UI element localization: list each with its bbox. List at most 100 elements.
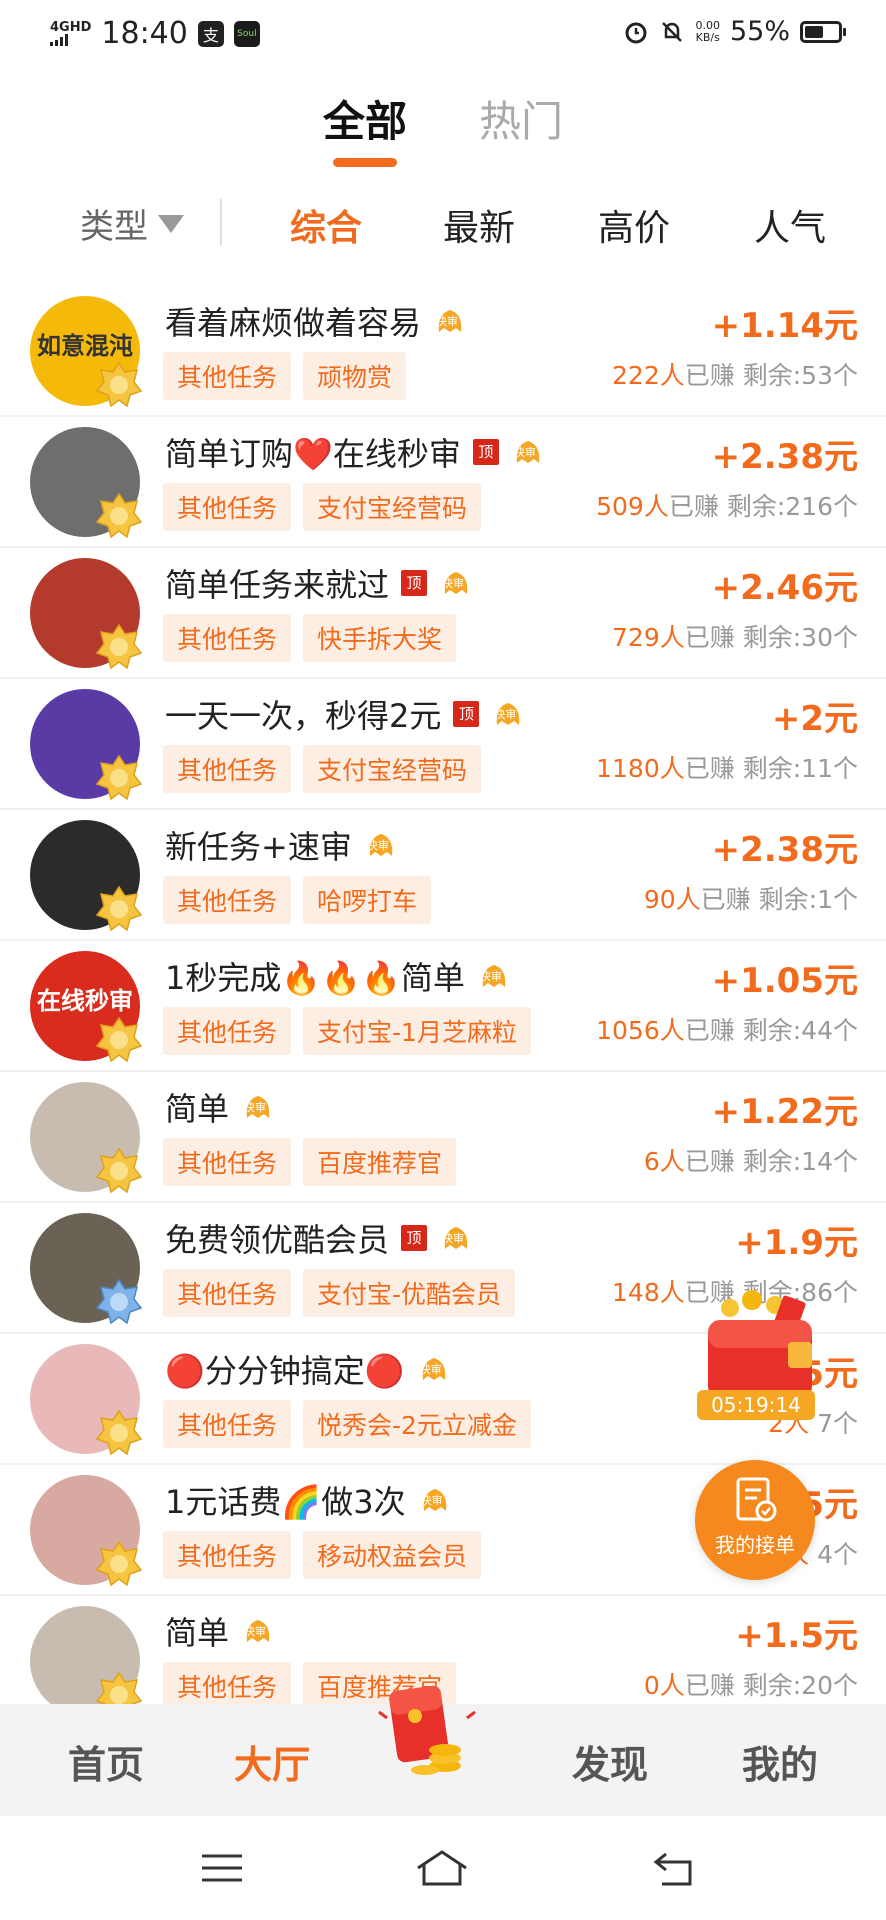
task-title-text: 简单	[165, 1090, 230, 1128]
task-title: 简单订购❤️在线秒审顶 快审	[165, 429, 545, 475]
platform-tag: 支付宝-1月芝麻粒	[303, 1007, 531, 1055]
sort-highest-price[interactable]: 高价	[598, 199, 670, 251]
fast-review-label: 快审	[442, 1232, 465, 1245]
task-title: 简单 快审	[165, 1608, 275, 1654]
task-row[interactable]: 如意混沌 看着麻烦做着容易 快审 其他任务 顽物赏 +1.14元 222人已赚 剩余:53个	[0, 286, 886, 417]
mute-icon	[659, 19, 685, 45]
signal-indicator: 4GHD	[50, 21, 91, 46]
task-stats: 0人已赚 剩余:20个	[644, 1666, 858, 1702]
alarm-icon	[623, 19, 649, 45]
earned-suffix: 已赚	[684, 623, 735, 652]
task-title-text: 新任务+速审	[165, 828, 352, 866]
fast-review-label: 快审	[366, 839, 389, 852]
task-title-text: 简单任务来就过	[165, 566, 390, 604]
type-label: 类型	[80, 207, 148, 247]
tab-discover[interactable]: 发现	[572, 1734, 648, 1789]
task-title-text: 1秒完成🔥🔥🔥简单	[165, 959, 465, 997]
category-tag: 其他任务	[163, 1138, 292, 1186]
task-stats: 509人已赚 剩余:216个	[596, 487, 858, 523]
fast-review-badge: 快审	[418, 1485, 452, 1515]
soul-notification-icon: Soul	[233, 20, 260, 47]
clipboard-check-icon	[736, 1477, 777, 1522]
earned-suffix: 已赚	[684, 361, 735, 390]
category-tag: 其他任务	[163, 1269, 292, 1317]
reward-price: +1.9元	[735, 1223, 858, 1263]
task-title: 1元话费🌈做3次 快审	[165, 1477, 452, 1523]
sort-newest[interactable]: 最新	[443, 199, 515, 251]
task-stats: 1056人已赚 剩余:44个	[596, 1011, 858, 1047]
platform-tag: 顽物赏	[303, 352, 407, 400]
remaining-count: 7个	[817, 1409, 858, 1438]
task-title-text: 看着麻烦做着容易	[165, 304, 422, 342]
category-tag: 其他任务	[163, 876, 292, 924]
category-tag: 其他任务	[163, 483, 292, 531]
task-stats: 6人已赚 剩余:14个	[644, 1142, 858, 1178]
fast-review-label: 快审	[442, 577, 465, 590]
menu-icon[interactable]	[198, 1846, 248, 1890]
fast-review-label: 快审	[420, 1494, 443, 1507]
tab-home[interactable]: 首页	[68, 1734, 144, 1789]
avatar-text: 如意混沌	[37, 332, 133, 360]
remaining-count: 剩余:1个	[758, 885, 858, 914]
back-icon[interactable]	[650, 1846, 700, 1890]
task-title: 新任务+速审 快审	[165, 822, 398, 868]
task-row[interactable]: 简单任务来就过顶 快审 其他任务 快手拆大奖 +2.46元 729人已赚 剩余:30个	[0, 548, 886, 679]
category-tag: 其他任务	[163, 1662, 292, 1710]
tab-hot[interactable]: 热门	[479, 88, 563, 167]
tab-all[interactable]: 全部	[323, 88, 407, 167]
reward-price: +2.46元	[711, 568, 858, 608]
alipay-notification-icon: 支	[197, 20, 224, 47]
earned-count: 1056人	[596, 1016, 685, 1045]
earned-suffix: 已赚	[684, 1671, 735, 1700]
tab-mine[interactable]: 我的	[742, 1734, 818, 1789]
fast-review-label: 快审	[513, 446, 536, 459]
top-badge: 顶	[472, 439, 499, 465]
task-row[interactable]: 简单订购❤️在线秒审顶 快审 其他任务 支付宝经营码 +2.38元 509人已赚 剩余:21…	[0, 417, 886, 548]
category-tag: 其他任务	[163, 745, 292, 793]
earned-suffix: 已赚	[668, 492, 719, 521]
remaining-count: 剩余:20个	[742, 1671, 858, 1700]
task-title: 🔴分分钟搞定🔴 快审	[165, 1346, 451, 1392]
fast-review-badge: 快审	[439, 568, 473, 598]
reward-price: +1.5元	[735, 1616, 858, 1656]
task-tags: 其他任务 百度推荐官	[163, 1138, 457, 1186]
tab-hall[interactable]: 大厅	[234, 1734, 310, 1789]
remaining-count: 剩余:53个	[742, 361, 858, 390]
task-title-text: 简单	[165, 1614, 230, 1652]
earned-count: 6人	[643, 1147, 685, 1176]
task-row[interactable]: 在线秒审 1秒完成🔥🔥🔥简单 快审 其他任务 支付宝-1月芝麻粒 +1.05元 1056人已…	[0, 941, 886, 1072]
earned-count: 222人	[612, 361, 685, 390]
avatar-text: 在线秒审	[37, 987, 133, 1015]
level-medal-icon	[95, 1016, 143, 1063]
earned-suffix: 已赚	[684, 754, 735, 783]
earned-suffix: 已赚	[684, 1147, 735, 1176]
remaining-count: 剩余:44个	[742, 1016, 858, 1045]
level-medal-icon	[95, 1409, 143, 1456]
level-medal-icon	[95, 1540, 143, 1587]
remaining-count: 剩余:30个	[742, 623, 858, 652]
platform-tag: 支付宝经营码	[303, 483, 482, 531]
fast-review-badge: 快审	[417, 1354, 451, 1384]
remaining-count: 剩余:11个	[742, 754, 858, 783]
reward-price: +1.14元	[711, 306, 858, 346]
level-medal-icon	[95, 1147, 143, 1194]
task-row[interactable]: 一天一次，秒得2元顶 快审 其他任务 支付宝经营码 +2元 1180人已赚 剩余:11个	[0, 679, 886, 810]
type-dropdown[interactable]: 类型	[80, 199, 184, 248]
top-badge: 顶	[453, 701, 480, 727]
top-badge: 顶	[401, 1225, 428, 1251]
task-title: 1秒完成🔥🔥🔥简单 快审	[165, 953, 511, 999]
sort-comprehensive[interactable]: 综合	[290, 199, 362, 251]
fast-review-label: 快审	[244, 1625, 267, 1638]
home-icon[interactable]	[414, 1846, 467, 1890]
signal-icon	[50, 34, 68, 46]
center-red-envelope-button[interactable]	[375, 1678, 485, 1788]
platform-tag: 快手拆大奖	[303, 614, 457, 662]
task-tags: 其他任务 支付宝经营码	[163, 745, 482, 793]
task-title-text: 免费领优酷会员	[165, 1221, 390, 1259]
task-title-text: 一天一次，秒得2元	[165, 697, 442, 735]
task-row[interactable]: 新任务+速审 快审 其他任务 哈啰打车 +2.38元 90人已赚 剩余:1个	[0, 810, 886, 941]
fast-review-badge: 快审	[439, 1223, 473, 1253]
my-orders-button[interactable]: 我的接单	[695, 1460, 815, 1580]
task-row[interactable]: 简单 快审 其他任务 百度推荐官 +1.22元 6人已赚 剩余:14个	[0, 1072, 886, 1203]
sort-popularity[interactable]: 人气	[754, 199, 826, 251]
